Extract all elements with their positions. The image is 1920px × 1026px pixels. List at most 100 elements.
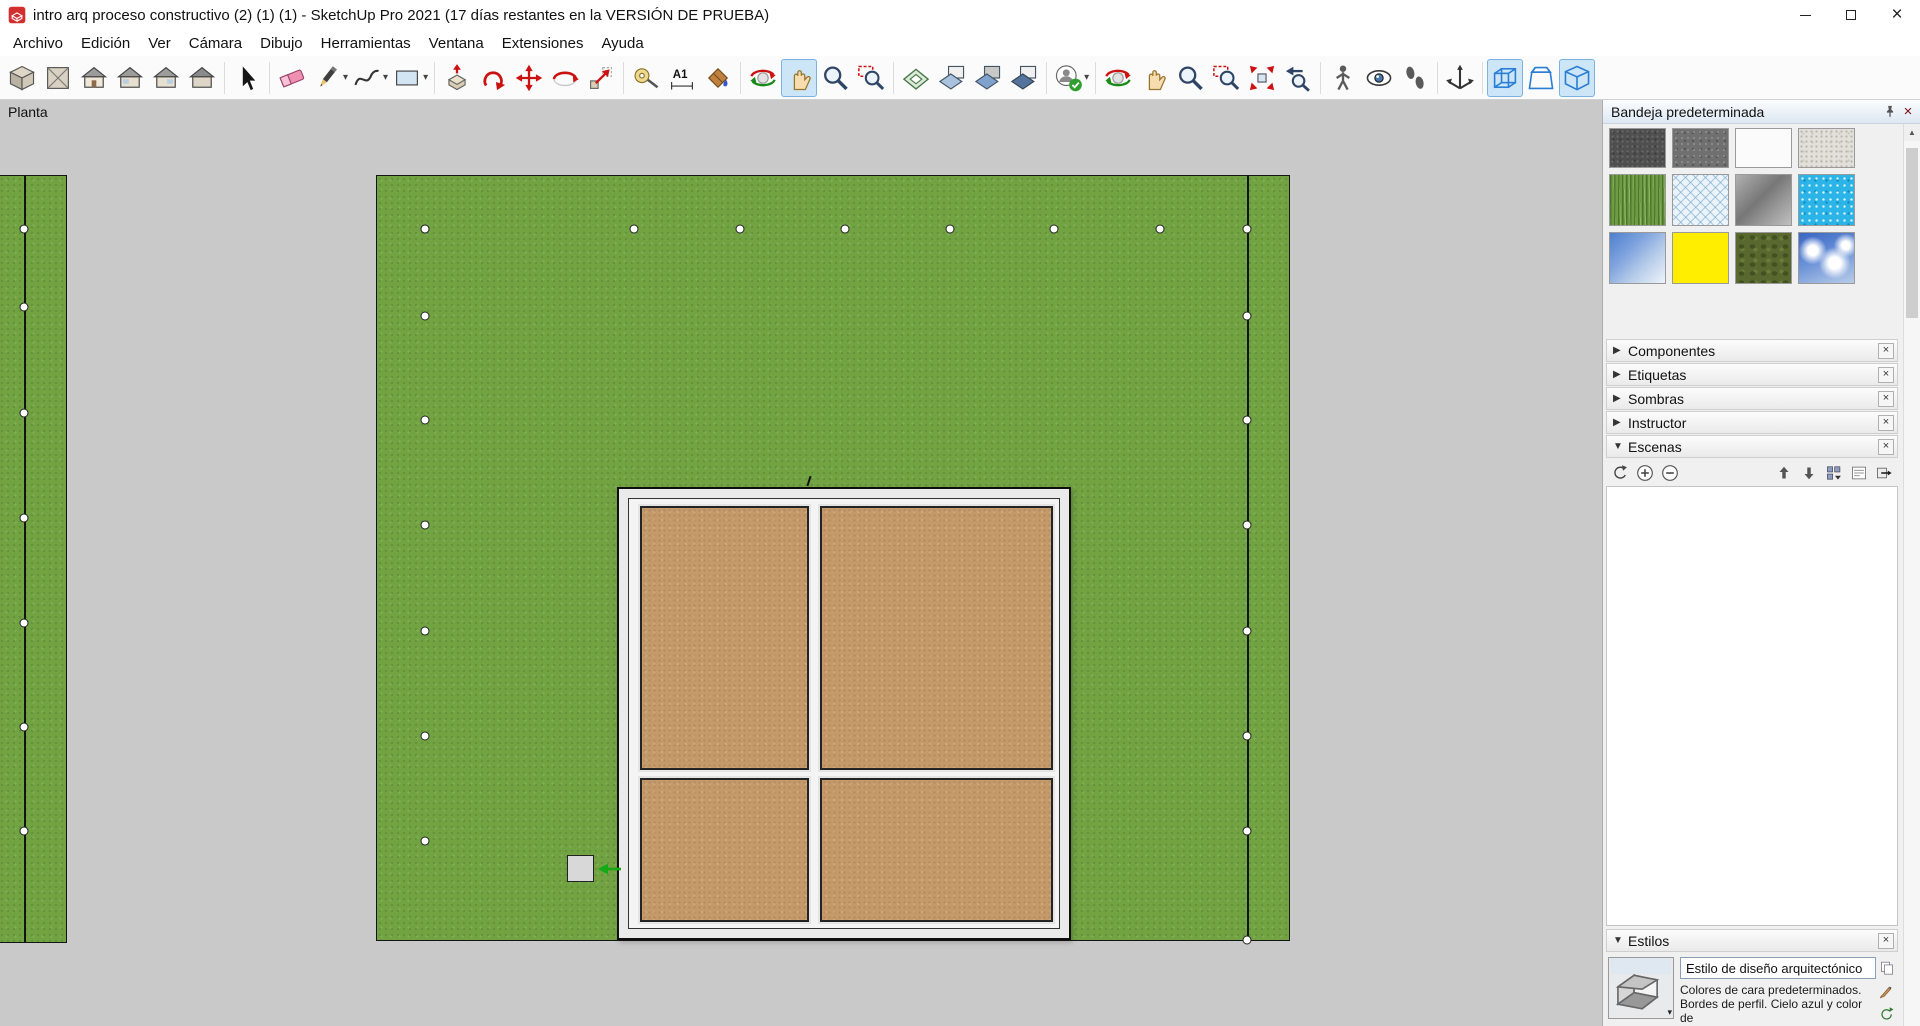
close-section-button[interactable]: × — [1878, 366, 1894, 383]
view-front-tool[interactable] — [76, 59, 112, 97]
rectangle-tool[interactable]: ▾ — [390, 59, 430, 97]
menu-camara[interactable]: Cámara — [180, 32, 251, 55]
material-swatch-water-pool[interactable] — [1798, 174, 1855, 226]
drawing-canvas[interactable]: Planta — [0, 100, 1602, 1026]
pin-tray-icon[interactable] — [1881, 103, 1899, 121]
secondary-pane-icon[interactable] — [1878, 959, 1896, 977]
perspective-tool[interactable] — [1523, 59, 1559, 97]
section-sombras[interactable]: ▶ Sombras × — [1606, 387, 1898, 410]
menu-archivo[interactable]: Archivo — [4, 32, 72, 55]
collapse-arrow-icon[interactable]: ▼ — [1613, 441, 1628, 452]
material-swatch-grass-tall[interactable] — [1609, 174, 1666, 226]
close-button[interactable]: × — [1874, 0, 1920, 30]
window-panel-2[interactable] — [820, 506, 1053, 770]
move-scene-down-button[interactable] — [1799, 463, 1819, 483]
style-name-field[interactable]: Estilo de diseño arquitectónico — [1680, 957, 1876, 979]
menu-ver[interactable]: Ver — [139, 32, 180, 55]
tape-measure-tool[interactable] — [628, 59, 664, 97]
close-section-button[interactable]: × — [1878, 342, 1894, 359]
section-estilos[interactable]: ▼ Estilos × — [1606, 929, 1898, 952]
move-scene-up-button[interactable] — [1774, 463, 1794, 483]
dropdown-caret-icon[interactable]: ▾ — [423, 72, 428, 83]
axes-tool[interactable] — [1442, 59, 1478, 97]
move-target-square[interactable] — [567, 855, 594, 882]
dropdown-caret-icon[interactable]: ▾ — [383, 72, 388, 83]
collapse-arrow-icon[interactable]: ▼ — [1613, 935, 1628, 946]
look-around-tool[interactable] — [1361, 59, 1397, 97]
material-swatch-aggregate-light[interactable] — [1798, 128, 1855, 168]
menu-ventana[interactable]: Ventana — [420, 32, 493, 55]
material-swatch-water-light[interactable] — [1672, 174, 1729, 226]
tray-scrollbar[interactable]: ▲ — [1903, 124, 1920, 1026]
select-tool[interactable] — [229, 59, 265, 97]
view-iso-tool[interactable] — [4, 59, 40, 97]
edit-style-icon[interactable] — [1877, 983, 1895, 1001]
zoom-window-tool[interactable] — [853, 59, 889, 97]
menu-extensiones[interactable]: Extensiones — [493, 32, 593, 55]
scenes-list[interactable] — [1606, 486, 1898, 926]
two-point-perspective-tool[interactable] — [1559, 58, 1596, 97]
parallel-projection-tool[interactable] — [1487, 58, 1524, 97]
display-section-planes-tool[interactable] — [934, 59, 970, 97]
view-top-tool[interactable] — [40, 59, 76, 97]
view-right-tool[interactable] — [112, 59, 148, 97]
maximize-button[interactable] — [1828, 0, 1874, 30]
material-swatch-color-yellow[interactable] — [1672, 232, 1729, 284]
section-plane-tool[interactable] — [898, 59, 934, 97]
window-panel-1[interactable] — [640, 506, 809, 770]
freehand-tool[interactable]: ▾ — [350, 59, 390, 97]
previous-view-tool[interactable] — [1280, 59, 1316, 97]
zoom-window-2-tool[interactable] — [1208, 59, 1244, 97]
orbit-2-tool[interactable] — [1100, 59, 1136, 97]
move-to-tray-button[interactable] — [1874, 463, 1894, 483]
window-panel-4[interactable] — [820, 778, 1053, 922]
menu-herramientas[interactable]: Herramientas — [312, 32, 420, 55]
rotate-tool[interactable] — [547, 59, 583, 97]
close-section-button[interactable]: × — [1878, 390, 1894, 407]
material-swatch-white[interactable] — [1735, 128, 1792, 168]
close-tray-button[interactable]: × — [1899, 103, 1917, 120]
view-options-button[interactable] — [1824, 463, 1844, 483]
dropdown-caret-icon[interactable]: ▾ — [1084, 72, 1089, 83]
terrain-strip-left[interactable] — [0, 175, 67, 943]
pan-tool[interactable] — [781, 58, 818, 97]
scroll-thumb[interactable] — [1906, 148, 1918, 318]
material-swatch-vegetation-dark[interactable] — [1735, 232, 1792, 284]
window-component[interactable] — [617, 487, 1071, 940]
section-instructor[interactable]: ▶ Instructor × — [1606, 411, 1898, 434]
material-swatch-asphalt-dark[interactable] — [1609, 128, 1666, 168]
collapse-arrow-icon[interactable]: ▶ — [1613, 369, 1628, 380]
collapse-arrow-icon[interactable]: ▶ — [1613, 345, 1628, 356]
orbit-tool[interactable] — [745, 59, 781, 97]
push-pull-tool[interactable] — [439, 59, 475, 97]
section-etiquetas[interactable]: ▶ Etiquetas × — [1606, 363, 1898, 386]
zoom-tool[interactable] — [817, 59, 853, 97]
material-swatch-metal-brushed[interactable] — [1735, 174, 1792, 226]
remove-scene-button[interactable] — [1660, 463, 1680, 483]
material-swatch-sky[interactable] — [1798, 232, 1855, 284]
material-swatch-glass-blue[interactable] — [1609, 232, 1666, 284]
close-section-button[interactable]: × — [1878, 414, 1894, 431]
collapse-arrow-icon[interactable]: ▶ — [1613, 393, 1628, 404]
move-tool[interactable] — [511, 59, 547, 97]
update-scene-button[interactable] — [1610, 463, 1630, 483]
window-panel-3[interactable] — [640, 778, 809, 922]
eraser-tool[interactable] — [274, 59, 310, 97]
zoom-extents-tool[interactable] — [1244, 59, 1280, 97]
pan-2-tool[interactable] — [1136, 59, 1172, 97]
display-section-fill-tool[interactable] — [1006, 59, 1042, 97]
scroll-up-button[interactable]: ▲ — [1904, 124, 1920, 141]
scale-tool[interactable] — [583, 59, 619, 97]
add-scene-button[interactable] — [1635, 463, 1655, 483]
line-tool[interactable]: ▾ — [310, 59, 350, 97]
show-details-button[interactable] — [1849, 463, 1869, 483]
display-section-cuts-tool[interactable] — [970, 59, 1006, 97]
minimize-button[interactable] — [1782, 0, 1828, 30]
dimensions-tool[interactable]: A1 — [664, 59, 700, 97]
view-left-tool[interactable] — [148, 59, 184, 97]
dropdown-caret-icon[interactable]: ▾ — [343, 72, 348, 83]
view-back-tool[interactable] — [184, 59, 220, 97]
walk-tool[interactable] — [1397, 59, 1433, 97]
style-thumbnail[interactable]: ▾ — [1608, 957, 1674, 1019]
menu-edicion[interactable]: Edición — [72, 32, 139, 55]
